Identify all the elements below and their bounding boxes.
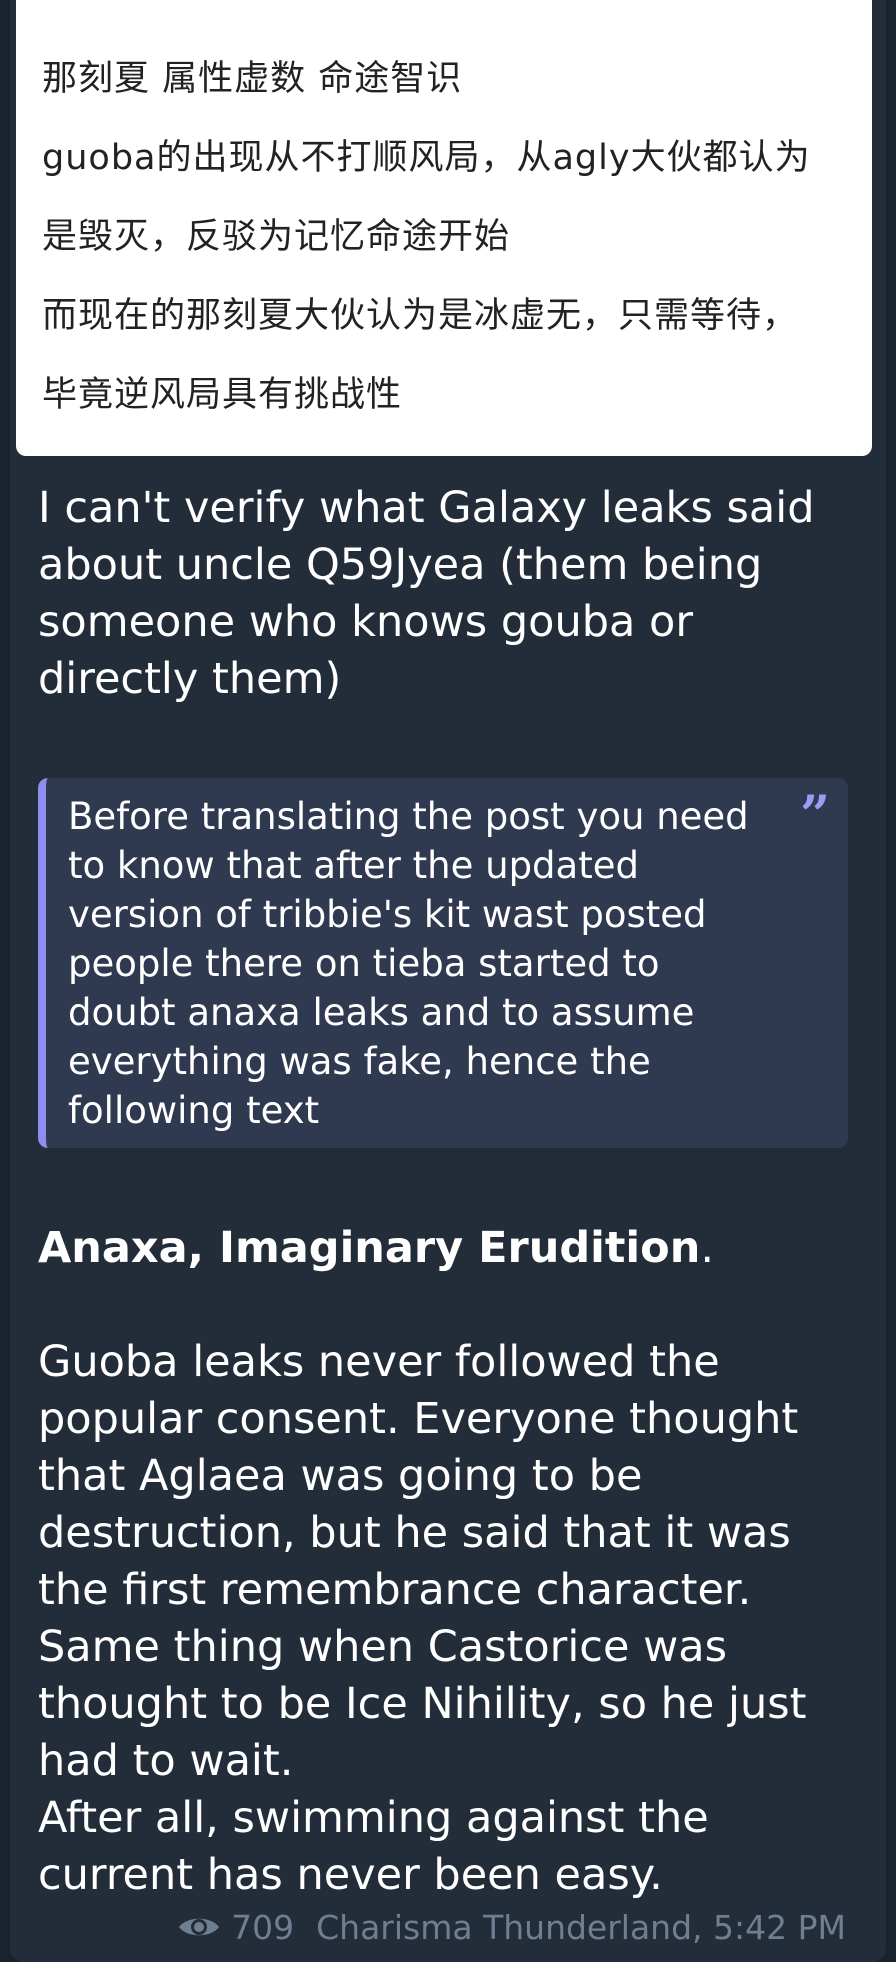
image-text-line-1: 那刻夏 属性虚数 命途智识	[42, 59, 463, 99]
image-text-line-2: guoba的出现从不打顺风局，从agly大伙都认为	[42, 138, 811, 178]
quote-text: Before translating the post you need to …	[68, 795, 749, 1132]
image-text-line-3: 是毁灭，反驳为记忆命途开始	[42, 217, 511, 257]
message-intro-text: I can't verify what Galaxy leaks said ab…	[38, 483, 815, 704]
message-paragraph-3: After all, swimming against the current …	[38, 1793, 709, 1900]
image-text-line-4: 而现在的那刻夏大伙认为是冰虚无，只需等待，	[42, 296, 799, 336]
message-heading: Anaxa, Imaginary Erudition	[38, 1223, 701, 1273]
image-text-line-5: 毕竟逆风局具有挑战性	[42, 375, 403, 415]
block-quote: ” Before translating the post you need t…	[38, 778, 848, 1148]
eye-icon	[179, 1918, 220, 1936]
message-paragraph-1: Guoba leaks never followed the popular c…	[38, 1337, 799, 1615]
message-meta: 709 Charisma Thunderland, 5:42 PM	[177, 1902, 846, 1952]
message-paragraph-2: Same thing when Castorice was thought to…	[38, 1622, 807, 1786]
view-count: 709	[231, 1907, 295, 1947]
message-heading-period: .	[700, 1223, 714, 1273]
quote-mark-icon: ”	[800, 785, 830, 846]
attached-image[interactable]: 那刻夏 属性虚数 命途智识 guoba的出现从不打顺风局，从agly大伙都认为 …	[16, 0, 872, 456]
message-body: Anaxa, Imaginary Erudition. Guoba leaks …	[38, 1220, 868, 1904]
author-and-time: Charisma Thunderland, 5:42 PM	[316, 1907, 846, 1947]
